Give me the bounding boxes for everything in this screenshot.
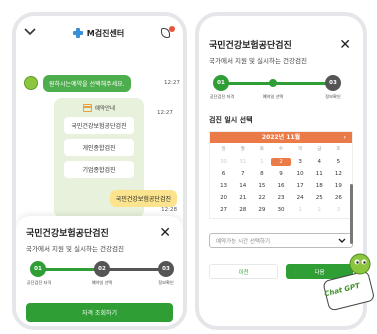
menu-option-corporate[interactable]: 기업종합검진: [64, 161, 134, 178]
menu-option-personal[interactable]: 개인종합검진: [64, 139, 134, 156]
bot-message-time: 12:27: [164, 80, 180, 86]
calendar-day[interactable]: 21: [233, 194, 252, 202]
calendar-day[interactable]: 27: [214, 206, 233, 214]
step-line-pending: [102, 268, 166, 271]
next-month-icon[interactable]: ›: [344, 132, 346, 143]
weekday-label: 수: [278, 147, 284, 152]
calendar-day[interactable]: 13: [214, 182, 233, 190]
step-2: 02: [94, 261, 110, 277]
weekday-label: 월: [240, 147, 245, 152]
booking-title: 국민건강보험공단검진: [209, 41, 292, 51]
calendar-day[interactable]: 28: [233, 206, 252, 214]
calendar-day[interactable]: 22: [252, 194, 271, 202]
calendar-day[interactable]: 3: [291, 158, 310, 166]
app-header: M검진센터: [16, 16, 183, 50]
close-icon[interactable]: ✕: [339, 38, 351, 52]
calendar-day[interactable]: 2: [310, 206, 329, 214]
calendar-month: 2022년 11월: [261, 134, 301, 141]
bot-avatar: [24, 76, 38, 90]
step-2-dot: [269, 79, 277, 87]
chevron-down-icon: [338, 238, 346, 243]
calendar-day[interactable]: 31: [233, 158, 252, 166]
chatgpt-mascot: Chat GPT: [318, 248, 377, 318]
calendar-grid: 일 월 화 수 목 금 토 30 31 1 2 3 4 5 6 7 8 9 10 11 12 13 14 15 16 17 18 19…: [210, 143, 352, 218]
calendar-day[interactable]: 9: [271, 170, 290, 178]
calendar-day[interactable]: 2: [271, 158, 291, 166]
step-3: 03: [158, 261, 174, 277]
user-reply: 국민건강보험공단검진: [109, 190, 177, 207]
time-select-placeholder: 예약가능 시간 선택하기: [216, 238, 271, 245]
calendar-day[interactable]: 12: [329, 170, 348, 178]
calendar-day[interactable]: 1: [291, 206, 310, 214]
calendar-day[interactable]: 23: [271, 194, 290, 202]
menu-option-nhis[interactable]: 국민건강보험공단검진: [64, 117, 134, 134]
calendar-icon: [82, 104, 92, 112]
chevron-down-icon[interactable]: [24, 27, 36, 39]
calendar-day[interactable]: 30: [271, 206, 290, 214]
progress-steps: 01 02 03 공단검진 자격 예약일 선택 정보확인: [26, 261, 174, 293]
step-3-label: 정보확인: [158, 280, 174, 285]
step-1: 01: [30, 261, 46, 277]
bot-message: 원하시는예약을 선택해주세요.: [43, 75, 131, 92]
medical-cross-icon: [72, 28, 83, 38]
reply-time: 12:28: [161, 207, 177, 213]
calendar-day[interactable]: 18: [310, 182, 329, 190]
app-brand: M검진센터: [72, 28, 125, 39]
calendar-header: 2022년 11월 ›: [210, 132, 352, 143]
phone-chat-screen: M검진센터 원하시는예약을 선택해주세요. 12:27 예약안내 국민건강보험공…: [12, 12, 187, 330]
calendar: 2022년 11월 › 일 월 화 수 목 금 토 30 31 1 2 3 4 5 6 7 8 9 10 11 12 13…: [209, 131, 353, 219]
step-2-label: 예약일 선택: [262, 94, 284, 99]
bottom-sheet: 국민건강보험공단검진 ✕ 국가에서 지원 및 실시하는 건강검진 01 02 0…: [16, 216, 183, 326]
scrollbar[interactable]: [350, 184, 353, 244]
calendar-day[interactable]: 3: [329, 206, 348, 214]
step-1-label: 공단검진 자격: [26, 280, 52, 285]
menu-time: 12:27: [157, 110, 173, 116]
weekday-label: 목: [298, 147, 303, 152]
calendar-day[interactable]: 20: [214, 194, 233, 202]
calendar-day[interactable]: 17: [291, 182, 310, 190]
step-3-label: 정보확인: [325, 94, 341, 99]
step-line-done: [38, 268, 102, 271]
step-3: 03: [325, 75, 341, 91]
calendar-day[interactable]: 19: [329, 182, 348, 190]
time-select[interactable]: 예약가능 시간 선택하기: [209, 233, 353, 248]
calendar-day[interactable]: 14: [233, 182, 252, 190]
weekday-label: 화: [259, 147, 264, 152]
menu-header: 예약안내: [60, 104, 138, 112]
step-1: 01: [213, 75, 229, 91]
calendar-day[interactable]: 16: [271, 182, 290, 190]
calendar-day[interactable]: 5: [329, 158, 348, 166]
phone-icon[interactable]: [161, 26, 175, 40]
booking-subtitle: 국가에서 지원 및 실시하는 건강검진: [209, 57, 307, 65]
calendar-day[interactable]: 4: [310, 158, 329, 166]
menu-title: 예약안내: [94, 106, 116, 112]
calendar-day[interactable]: 15: [252, 182, 271, 190]
calendar-day[interactable]: 29: [252, 206, 271, 214]
calendar-day[interactable]: 8: [252, 170, 271, 178]
sheet-title: 국민건강보험공단검진: [26, 229, 109, 239]
section-title: 검진 일시 선택: [209, 116, 253, 124]
calendar-day[interactable]: 7: [233, 170, 252, 178]
app-title: M검진센터: [86, 28, 125, 38]
calendar-day[interactable]: 26: [329, 194, 348, 202]
calendar-day[interactable]: 25: [310, 194, 329, 202]
step-1-label: 공단검진 자격: [209, 94, 235, 99]
calendar-day[interactable]: 6: [214, 170, 233, 178]
prev-button[interactable]: 이전: [209, 264, 278, 279]
sheet-subtitle: 국가에서 지원 및 실시하는 건강검진: [26, 245, 124, 253]
calendar-day[interactable]: 1: [252, 158, 271, 166]
weekday-label: 금: [317, 147, 322, 152]
booking-progress-steps: 01 03 공단검진 자격 예약일 선택 정보확인: [209, 75, 353, 107]
step-2-label: 예약일 선택: [91, 280, 113, 285]
calendar-day[interactable]: 11: [310, 170, 329, 178]
check-eligibility-button[interactable]: 자격 조회하기: [26, 303, 173, 322]
close-icon[interactable]: ✕: [159, 226, 171, 240]
calendar-day[interactable]: 10: [291, 170, 310, 178]
weekday-label: 토: [336, 147, 341, 152]
calendar-day[interactable]: 30: [214, 158, 233, 166]
calendar-day[interactable]: 24: [291, 194, 310, 202]
weekday-label: 일: [221, 147, 226, 152]
